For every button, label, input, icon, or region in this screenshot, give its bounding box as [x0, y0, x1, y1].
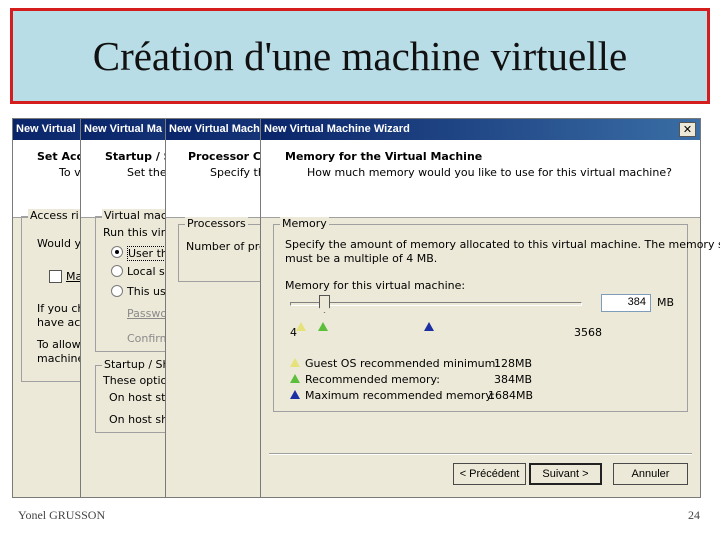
legend-recommended-icon	[290, 374, 300, 383]
access-checkbox[interactable]	[49, 270, 62, 283]
legend-max-value: 1684MB	[488, 389, 534, 402]
page-number: 24	[688, 508, 700, 522]
back-button[interactable]: < Précédent	[453, 463, 526, 485]
wizard-header: Memory for the Virtual Machine How much …	[261, 140, 700, 218]
confirm-label: Confirm	[127, 332, 171, 345]
radio-this-user[interactable]	[111, 285, 123, 297]
number-of-processors-label: Number of proc	[186, 240, 272, 253]
password-label: Passwo	[127, 307, 168, 320]
header-title: Memory for the Virtual Machine	[285, 150, 483, 163]
radio-local-system[interactable]	[111, 265, 123, 277]
group-legend: Access ri	[28, 209, 81, 222]
legend-recommended-value: 384MB	[494, 373, 533, 386]
memory-description-2: must be a multiple of 4 MB.	[285, 252, 438, 265]
header-subtitle: To v	[59, 166, 81, 179]
max-memory-marker-icon	[424, 322, 434, 331]
radio-user[interactable]	[111, 246, 123, 258]
legend-max-label: Maximum recommended memory:	[305, 389, 495, 402]
on-host-start-label: On host sta	[109, 391, 173, 404]
legend-min-label: Guest OS recommended minimum:	[305, 357, 500, 370]
slide-title: Création d'une machine virtuelle	[92, 33, 628, 79]
memory-size-input[interactable]: 384	[601, 294, 651, 312]
info-text-1: If you ch	[37, 302, 85, 315]
legend-min-value: 128MB	[494, 357, 533, 370]
memory-slider-track[interactable]	[290, 302, 582, 306]
next-button[interactable]: Suivant >	[529, 463, 602, 485]
header-title: Startup / S	[105, 150, 172, 163]
memory-unit: MB	[657, 296, 675, 309]
memory-description-1: Specify the amount of memory allocated t…	[285, 238, 720, 251]
group-legend: Memory	[280, 217, 329, 230]
legend-min-icon	[290, 358, 300, 367]
legend-recommended-label: Recommended memory:	[305, 373, 440, 386]
memory-slider-label: Memory for this virtual machine:	[285, 279, 466, 292]
footer-author: Yonel GRUSSON	[18, 508, 106, 522]
header-subtitle: How much memory would you like to use fo…	[307, 166, 672, 179]
recommended-memory-marker-icon	[318, 322, 328, 331]
group-legend: Startup / Sh	[102, 358, 172, 371]
group-legend: Processors	[185, 217, 248, 230]
slide-title-banner: Création d'une machine virtuelle	[10, 8, 710, 104]
button-separator	[269, 453, 692, 455]
header-title: Processor Co	[188, 150, 269, 163]
window-titlebar[interactable]: New Virtual Machine Wizard	[261, 119, 700, 140]
info-text-4: machine	[37, 352, 85, 365]
info-text-2: have acc	[37, 316, 87, 329]
slider-max-label: 3568	[574, 326, 602, 339]
options-text: These option	[103, 374, 175, 387]
info-text-3: To allow	[37, 338, 81, 351]
close-icon[interactable]: ✕	[679, 122, 696, 137]
min-memory-marker-icon	[296, 322, 306, 331]
legend-max-icon	[290, 390, 300, 399]
header-subtitle: Set the	[127, 166, 167, 179]
cancel-button[interactable]: Annuler	[613, 463, 688, 485]
